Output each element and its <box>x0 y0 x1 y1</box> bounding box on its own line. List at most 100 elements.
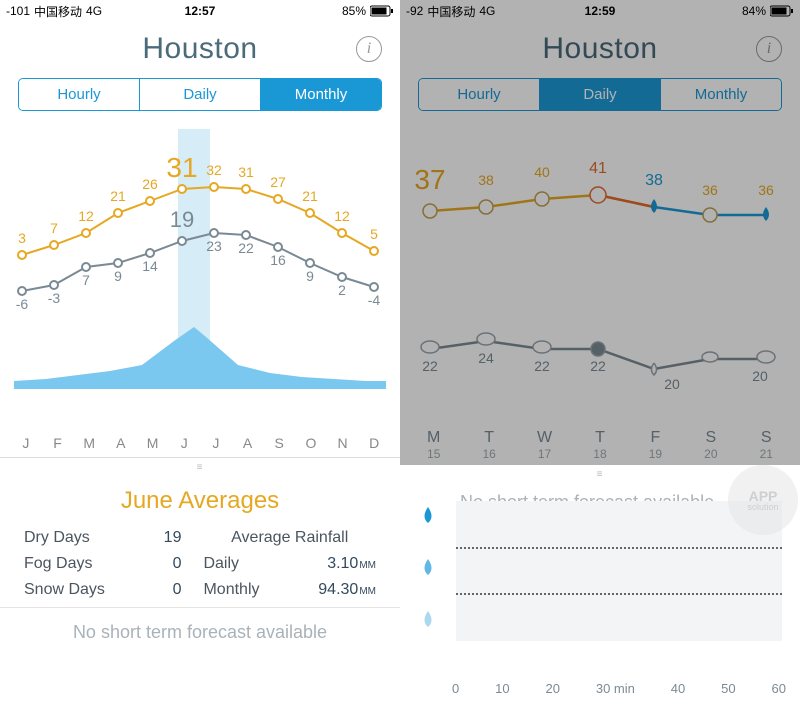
tab-hourly[interactable]: Hourly <box>419 79 539 110</box>
tab-monthly[interactable]: Monthly <box>660 79 781 110</box>
svg-text:9: 9 <box>306 268 314 284</box>
signal-strength: -101 <box>6 4 30 18</box>
svg-text:22: 22 <box>238 240 254 256</box>
precip-timeline <box>456 501 782 641</box>
svg-text:22: 22 <box>590 358 606 374</box>
fog-days-label: Fog Days <box>24 555 128 573</box>
svg-text:31: 31 <box>238 164 254 180</box>
snow-days-value: 0 <box>140 581 191 599</box>
clock: 12:57 <box>185 4 216 18</box>
svg-text:5: 5 <box>370 226 378 242</box>
day-col[interactable]: W17 <box>517 429 572 461</box>
svg-text:7: 7 <box>50 220 58 236</box>
day-col[interactable]: T18 <box>572 429 627 461</box>
svg-text:14: 14 <box>142 258 158 274</box>
svg-text:36: 36 <box>702 182 718 198</box>
day-col[interactable]: T16 <box>461 429 516 461</box>
view-tabs: Hourly Daily Monthly <box>18 78 382 111</box>
svg-text:7: 7 <box>82 272 90 288</box>
timeline-axis: 0102030 min405060 <box>452 681 786 696</box>
svg-text:27: 27 <box>270 174 286 190</box>
svg-text:41: 41 <box>589 160 607 177</box>
svg-text:22: 22 <box>534 358 550 374</box>
dry-days-label: Dry Days <box>24 529 128 547</box>
carrier-label: 中国移动 <box>427 3 475 20</box>
svg-text:23: 23 <box>206 238 222 254</box>
svg-text:38: 38 <box>645 172 663 189</box>
svg-text:22: 22 <box>422 358 438 374</box>
svg-text:38: 38 <box>478 172 494 188</box>
precip-intensity-icons <box>420 505 436 629</box>
raindrop-icon <box>420 557 436 577</box>
clock: 12:59 <box>585 4 616 18</box>
info-button[interactable]: i <box>756 36 782 62</box>
rain-daily-label: Daily <box>203 555 282 573</box>
tab-daily[interactable]: Daily <box>139 79 260 110</box>
daily-chart[interactable]: 38 40 36 36 41 38 37 22 24 22 22 20 20 <box>400 119 800 429</box>
battery-percent: 84% <box>742 4 766 18</box>
rain-daily-value: 3.10MM <box>295 555 376 573</box>
tab-daily[interactable]: Daily <box>539 79 660 110</box>
raindrop-icon <box>420 609 436 629</box>
svg-text:16: 16 <box>270 252 286 268</box>
averages-section: June Averages Dry Days 19 Average Rainfa… <box>0 477 400 607</box>
header: Houston i <box>0 22 400 78</box>
screen-monthly: -101 中国移动 4G 12:57 85% Houston i Hourly … <box>0 0 400 702</box>
svg-text:12: 12 <box>78 208 94 224</box>
svg-text:26: 26 <box>142 176 158 192</box>
rain-monthly-value: 94.30MM <box>295 581 376 599</box>
drag-handle-icon[interactable]: ≡ <box>0 458 400 477</box>
city-title: Houston <box>142 32 257 66</box>
svg-text:19: 19 <box>170 207 194 232</box>
rainfall-header: Average Rainfall <box>203 529 376 547</box>
svg-text:20: 20 <box>752 368 768 384</box>
tab-monthly[interactable]: Monthly <box>260 79 381 110</box>
month-axis: JFMAMJJASOND <box>0 429 400 458</box>
day-col[interactable]: S20 <box>683 429 738 461</box>
info-button[interactable]: i <box>356 36 382 62</box>
averages-title: June Averages <box>24 481 376 529</box>
svg-text:9: 9 <box>114 268 122 284</box>
svg-text:37: 37 <box>414 164 445 195</box>
svg-text:3: 3 <box>18 230 26 246</box>
svg-text:-6: -6 <box>16 296 29 312</box>
svg-text:20: 20 <box>664 376 680 392</box>
status-bar: -92 中国移动 4G 12:59 84% <box>400 0 800 22</box>
tab-hourly[interactable]: Hourly <box>19 79 139 110</box>
network-type: 4G <box>479 4 495 18</box>
city-title: Houston <box>542 32 657 66</box>
screen-daily: -92 中国移动 4G 12:59 84% Houston i Hourly D… <box>400 0 800 702</box>
svg-text:40: 40 <box>534 164 550 180</box>
rain-monthly-label: Monthly <box>203 581 282 599</box>
signal-strength: -92 <box>406 4 423 18</box>
snow-days-label: Snow Days <box>24 581 128 599</box>
fog-days-value: 0 <box>140 555 191 573</box>
header: Houston i <box>400 22 800 78</box>
svg-text:32: 32 <box>206 162 222 178</box>
svg-text:12: 12 <box>334 208 350 224</box>
network-type: 4G <box>86 4 102 18</box>
carrier-label: 中国移动 <box>34 3 82 20</box>
battery-icon <box>770 5 794 17</box>
svg-text:24: 24 <box>478 350 494 366</box>
raindrop-icon <box>420 505 436 525</box>
no-forecast-message: No short term forecast available <box>0 607 400 657</box>
day-axis: M15 T16 W17 T18 F19 S20 S21 <box>400 429 800 465</box>
view-tabs: Hourly Daily Monthly <box>418 78 782 111</box>
svg-text:2: 2 <box>338 282 346 298</box>
short-term-panel: ≡ No short term forecast available APPso… <box>400 465 800 702</box>
day-col[interactable]: F19 <box>628 429 683 461</box>
svg-text:36: 36 <box>758 182 774 198</box>
svg-text:31: 31 <box>166 152 197 183</box>
svg-text:21: 21 <box>302 188 318 204</box>
svg-text:-4: -4 <box>368 292 381 308</box>
svg-text:21: 21 <box>110 188 126 204</box>
day-col[interactable]: S21 <box>739 429 794 461</box>
status-bar: -101 中国移动 4G 12:57 85% <box>0 0 400 22</box>
monthly-chart[interactable]: 3 7 12 21 26 32 31 27 21 12 5 31 -6 -3 7 9 14 23 22 16 9… <box>0 119 400 429</box>
day-col[interactable]: M15 <box>406 429 461 461</box>
dry-days-value: 19 <box>140 529 191 547</box>
watermark-badge: APPsolution <box>728 465 798 535</box>
battery-icon <box>370 5 394 17</box>
svg-text:-3: -3 <box>48 290 61 306</box>
